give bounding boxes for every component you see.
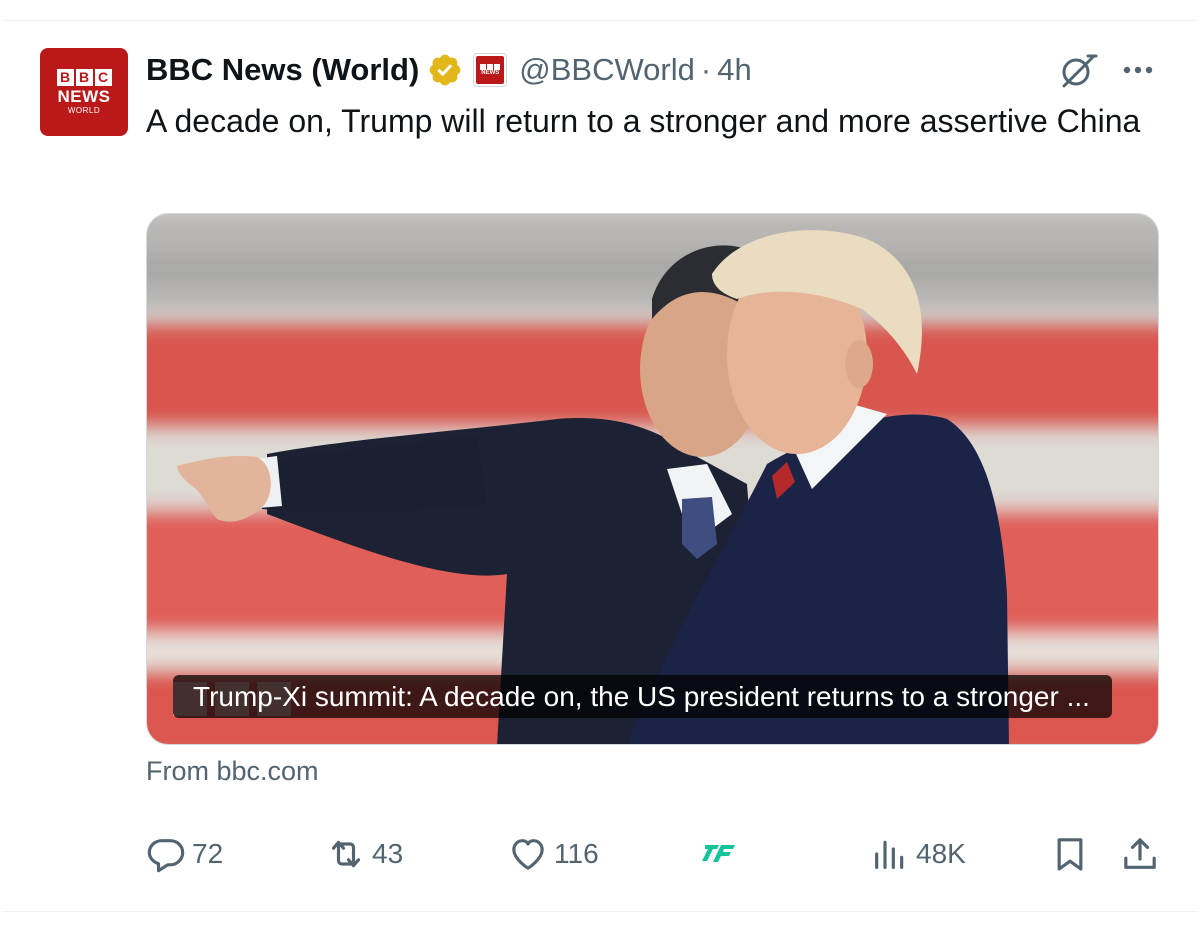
card-title: Trump-Xi summit: A decade on, the US pre…	[173, 675, 1112, 718]
views-icon	[875, 840, 904, 869]
bbc-letter: B	[75, 68, 93, 86]
like-count: 116	[554, 838, 599, 869]
avatar-world-label: WORLD	[67, 105, 101, 115]
action-bar: 72 43 116 48K	[0, 826, 1200, 882]
bookmark-button[interactable]	[1050, 826, 1090, 882]
bookmark-icon	[1057, 838, 1083, 871]
tweet-header: BBC News (World) NEWS @BBCWorld · 4h	[146, 48, 752, 92]
bbc-letter: C	[94, 68, 112, 86]
reply-button[interactable]: 72	[146, 826, 223, 882]
card-source[interactable]: From bbc.com	[146, 756, 319, 787]
affiliate-badge-icon[interactable]: NEWS	[473, 53, 508, 87]
like-button[interactable]: 116	[508, 826, 599, 882]
share-button[interactable]	[1120, 826, 1160, 882]
more-icon[interactable]	[1118, 56, 1158, 84]
views-count: 48K	[916, 838, 966, 869]
reply-icon	[147, 839, 185, 873]
reply-count: 72	[192, 838, 224, 869]
tweetfull-icon	[702, 845, 735, 862]
avatar-news-label: NEWS	[57, 86, 111, 106]
timestamp[interactable]: 4h	[717, 52, 751, 88]
bbc-letter: B	[56, 68, 74, 86]
avatar[interactable]: B B C NEWS WORLD	[40, 48, 128, 136]
repost-count: 43	[372, 838, 404, 869]
views-button[interactable]: 48K	[870, 826, 966, 882]
repost-icon	[331, 840, 361, 868]
tweetfull-button[interactable]	[700, 826, 740, 882]
card-image	[147, 214, 1158, 744]
like-icon	[512, 839, 544, 870]
repost-button[interactable]: 43	[326, 826, 403, 882]
handle[interactable]: @BBCWorld	[519, 52, 695, 88]
grok-icon[interactable]	[1056, 50, 1100, 90]
separator: ·	[700, 52, 712, 87]
link-card[interactable]: Trump-Xi summit: A decade on, the US pre…	[146, 213, 1159, 745]
display-name[interactable]: BBC News (World)	[146, 52, 419, 88]
tweet-text: A decade on, Trump will return to a stro…	[146, 103, 1141, 139]
bbc-logo: B B C	[56, 68, 112, 86]
share-icon	[1124, 838, 1156, 869]
verified-badge-icon[interactable]	[427, 52, 463, 88]
